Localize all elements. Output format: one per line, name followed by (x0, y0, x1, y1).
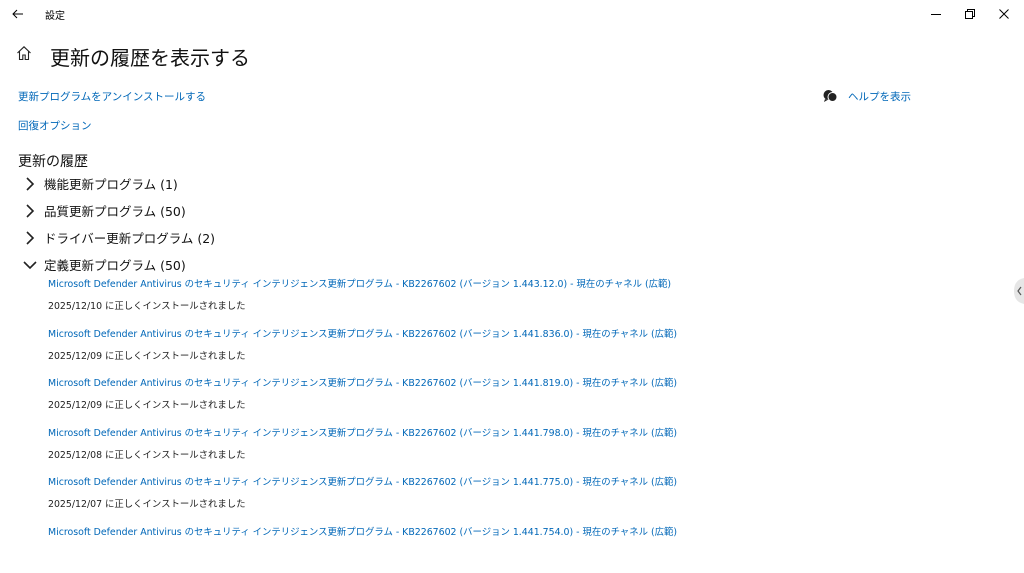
definition-updates-list: Microsoft Defender Antivirus のセキュリティ インテ… (48, 276, 988, 573)
category-label: 機能更新プログラム (1) (44, 174, 178, 193)
arrow-left-icon (12, 9, 24, 19)
title-bar: 設定 (0, 0, 1024, 28)
close-icon (999, 9, 1009, 19)
close-button[interactable] (987, 0, 1021, 28)
update-title-link[interactable]: Microsoft Defender Antivirus のセキュリティ インテ… (48, 474, 677, 488)
list-item: Microsoft Defender Antivirus のセキュリティ インテ… (48, 326, 988, 376)
window-title: 設定 (45, 7, 65, 22)
restore-icon (965, 9, 975, 19)
category-label: 定義更新プログラム (50) (44, 255, 186, 274)
chevron-right-icon (22, 203, 38, 219)
list-item: Microsoft Defender Antivirus のセキュリティ インテ… (48, 276, 988, 326)
side-panel-handle[interactable] (1008, 276, 1024, 306)
list-item: Microsoft Defender Antivirus のセキュリティ インテ… (48, 425, 988, 475)
update-status: 2025/12/08 に正しくインストールされました (48, 447, 245, 461)
update-title-link[interactable]: Microsoft Defender Antivirus のセキュリティ インテ… (48, 276, 671, 290)
chevron-right-icon (22, 230, 38, 246)
category-label: 品質更新プログラム (50) (44, 201, 186, 220)
help-link[interactable]: ヘルプを表示 (848, 89, 911, 104)
page-title: 更新の履歴を表示する (50, 42, 250, 71)
update-status: 2025/12/09 に正しくインストールされました (48, 397, 245, 411)
list-item: Microsoft Defender Antivirus のセキュリティ インテ… (48, 474, 988, 524)
update-history-heading: 更新の履歴 (18, 151, 88, 171)
uninstall-updates-link[interactable]: 更新プログラムをアンインストールする (18, 89, 206, 104)
back-button[interactable] (6, 2, 30, 26)
list-item: Microsoft Defender Antivirus のセキュリティ インテ… (48, 375, 988, 425)
home-button[interactable] (16, 45, 36, 65)
minimize-button[interactable] (919, 0, 953, 28)
minimize-icon (931, 9, 941, 19)
home-icon (16, 45, 32, 61)
list-item: Microsoft Defender Antivirus のセキュリティ インテ… (48, 524, 988, 573)
update-status: 2025/12/07 に正しくインストールされました (48, 496, 245, 510)
chevron-right-icon (22, 176, 38, 192)
update-status: 2025/12/10 に正しくインストールされました (48, 298, 245, 312)
update-status: 2025/12/09 に正しくインストールされました (48, 348, 245, 362)
update-title-link[interactable]: Microsoft Defender Antivirus のセキュリティ インテ… (48, 425, 677, 439)
chevron-left-icon (1008, 276, 1024, 306)
update-title-link[interactable]: Microsoft Defender Antivirus のセキュリティ インテ… (48, 326, 677, 340)
restore-button[interactable] (953, 0, 987, 28)
recovery-options-link[interactable]: 回復オプション (18, 118, 92, 133)
update-title-link[interactable]: Microsoft Defender Antivirus のセキュリティ インテ… (48, 524, 677, 538)
chat-help-icon[interactable] (822, 88, 838, 104)
category-label: ドライバー更新プログラム (2) (44, 228, 215, 247)
update-title-link[interactable]: Microsoft Defender Antivirus のセキュリティ インテ… (48, 375, 677, 389)
chevron-down-icon (22, 257, 38, 273)
